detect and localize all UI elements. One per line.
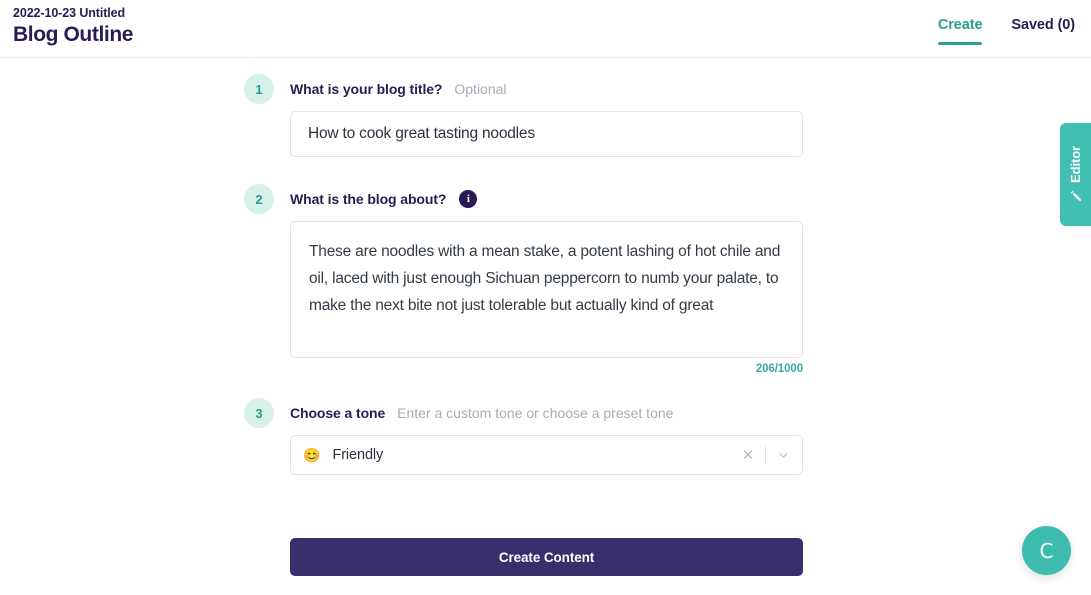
tone-select[interactable]: 😊 Friendly ✕ bbox=[290, 435, 803, 475]
smiley-face-icon: 😊 bbox=[303, 447, 321, 463]
document-identity: 2022-10-23 Untitled Blog Outline bbox=[13, 5, 133, 48]
character-counter: 206/1000 bbox=[755, 363, 803, 375]
tab-create[interactable]: Create bbox=[937, 17, 983, 45]
header-tabs: Create Saved (0) bbox=[937, 17, 1075, 45]
tone-selected-value: Friendly bbox=[332, 447, 384, 463]
step-2-label-text: What is the blog about? bbox=[290, 191, 447, 207]
app-root: 2022-10-23 Untitled Blog Outline Create … bbox=[0, 0, 1091, 595]
chat-widget-button[interactable]: C bbox=[1022, 526, 1071, 575]
blog-title-field[interactable]: How to cook great tasting noodles bbox=[290, 111, 803, 157]
tab-saved[interactable]: Saved (0) bbox=[1011, 17, 1075, 45]
step-1-label: What is your blog title? Optional bbox=[290, 81, 507, 97]
info-icon[interactable]: i bbox=[459, 190, 478, 209]
pencil-icon bbox=[1069, 189, 1083, 203]
editor-tab-label: Editor bbox=[1068, 146, 1083, 183]
step-3-label-text: Choose a tone bbox=[290, 405, 386, 421]
document-date: 2022-10-23 Untitled bbox=[13, 6, 126, 20]
clear-icon[interactable]: ✕ bbox=[735, 448, 761, 463]
select-divider bbox=[765, 445, 766, 465]
chat-widget-label: C bbox=[1039, 538, 1054, 563]
step-1-label-text: What is your blog title? bbox=[290, 81, 443, 97]
blog-title-input[interactable]: How to cook great tasting noodles bbox=[291, 112, 802, 156]
step-1-hint: Optional bbox=[454, 81, 507, 97]
chevron-down-icon[interactable] bbox=[770, 449, 796, 462]
step-3-hint: Enter a custom tone or choose a preset t… bbox=[397, 405, 674, 421]
blog-about-textarea[interactable]: These are noodles with a mean stake, a p… bbox=[291, 222, 802, 357]
app-header: 2022-10-23 Untitled Blog Outline Create … bbox=[0, 0, 1091, 58]
step-2-label: What is the blog about? i bbox=[290, 190, 478, 209]
blog-about-field[interactable]: These are noodles with a mean stake, a p… bbox=[290, 221, 803, 358]
page-title: Blog Outline bbox=[13, 23, 134, 46]
step-number-1: 1 bbox=[244, 74, 274, 104]
step-number-2: 2 bbox=[244, 184, 274, 214]
tone-select-inner[interactable]: 😊 Friendly ✕ bbox=[291, 436, 802, 474]
editor-side-tab[interactable]: Editor bbox=[1060, 123, 1091, 226]
create-content-button[interactable]: Create Content bbox=[290, 538, 803, 576]
step-3-label: Choose a tone Enter a custom tone or choo… bbox=[290, 405, 673, 421]
step-number-3: 3 bbox=[244, 398, 274, 428]
